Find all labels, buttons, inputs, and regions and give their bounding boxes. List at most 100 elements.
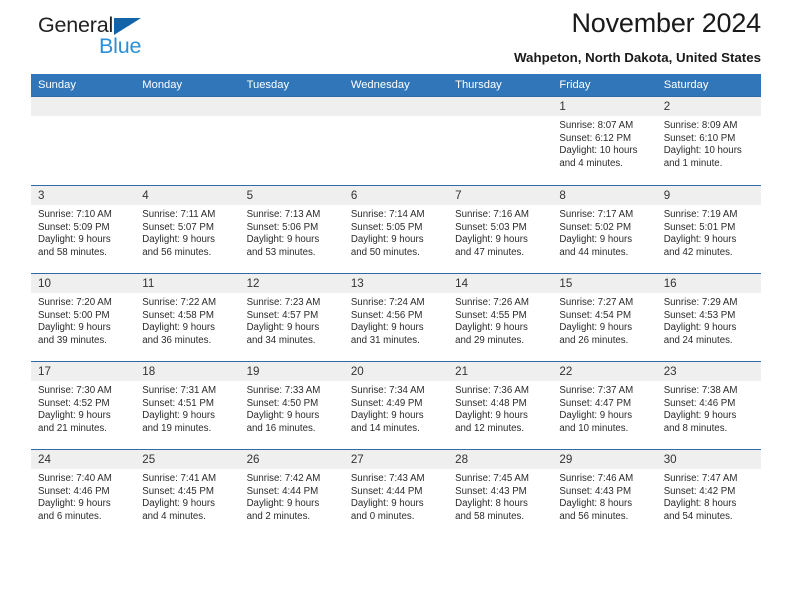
day-daylight-line2-text: and 31 minutes. [350,334,420,346]
day-daylight-line1-text: Daylight: 8 hours [455,498,528,510]
day-daylight-line1-text: Daylight: 8 hours [663,498,737,510]
day-sun-info: Sunrise: 7:16 AM Sunset: 5:03 PM Daylight:… [448,205,552,259]
calendar-day-cell[interactable]: 27 Sunrise: 7:43 AM Sunset: 4:44 PM Dayligh… [343,449,449,538]
day-daylight-line1-text: Daylight: 9 hours [246,410,320,422]
day-sunset-text: Sunset: 5:02 PM [559,221,632,233]
day-sunrise-text: Sunrise: 7:45 AM [455,473,529,484]
day-sunrise-text: Sunrise: 7:24 AM [350,297,425,308]
calendar-day-cell[interactable]: 4 Sunrise: 7:11 AM Sunset: 5:07 PM Daylight… [135,185,240,274]
day-sunset-text: Sunset: 6:12 PM [559,132,632,144]
calendar-day-cell[interactable]: 7 Sunrise: 7:16 AM Sunset: 5:03 PM Daylight… [448,185,553,274]
calendar-day-cell[interactable]: 28 Sunrise: 7:45 AM Sunset: 4:43 PM Dayligh… [448,449,553,538]
calendar-day-cell[interactable]: 18 Sunrise: 7:31 AM Sunset: 4:51 PM Dayligh… [135,361,240,450]
day-daylight-line1-text: Daylight: 9 hours [246,234,320,246]
day-daylight-line1-text: Daylight: 9 hours [455,322,528,334]
calendar-day-cell[interactable]: 16 Sunrise: 7:29 AM Sunset: 4:53 PM Dayligh… [656,273,761,362]
calendar-day-cell[interactable]: 24 Sunrise: 7:40 AM Sunset: 4:46 PM Dayligh… [31,449,136,538]
calendar-day-cell[interactable]: 23 Sunrise: 7:38 AM Sunset: 4:46 PM Dayligh… [656,361,761,450]
day-daylight-line1-text: Daylight: 9 hours [559,322,633,334]
day-daylight-line1-text: Daylight: 9 hours [38,234,111,246]
logo-text-blue: Blue [99,34,142,58]
calendar-day-cell[interactable]: 29 Sunrise: 7:46 AM Sunset: 4:43 PM Dayligh… [552,449,657,538]
day-sunset-text: Sunset: 4:54 PM [559,309,632,321]
calendar-day-cell[interactable]: 3 Sunrise: 7:10 AM Sunset: 5:09 PM Daylight… [31,185,136,274]
calendar-day-cell[interactable]: 6 Sunrise: 7:14 AM Sunset: 5:05 PM Daylight… [343,185,449,274]
day-sun-info: Sunrise: 7:22 AM Sunset: 4:58 PM Daylight:… [135,293,239,347]
calendar-day-cell[interactable]: 15 Sunrise: 7:27 AM Sunset: 4:54 PM Dayligh… [552,273,657,362]
calendar-day-cell[interactable]: 30 Sunrise: 7:47 AM Sunset: 4:42 PM Dayligh… [656,449,761,538]
calendar-day-cell[interactable]: 19 Sunrise: 7:33 AM Sunset: 4:50 PM Dayligh… [239,361,344,450]
day-sunrise-text: Sunrise: 7:26 AM [455,297,529,308]
day-sunset-text: Sunset: 4:55 PM [455,309,527,321]
day-sun-info: Sunrise: 7:46 AM Sunset: 4:43 PM Daylight:… [552,469,656,523]
day-daylight-line1-text: Daylight: 9 hours [38,410,111,422]
day-daylight-line1-text: Daylight: 9 hours [246,498,320,510]
day-number: 10 [31,274,136,293]
calendar-day-cell[interactable]: 2 Sunrise: 8:09 AM Sunset: 6:10 PM Daylight… [656,96,761,186]
day-sun-info: Sunrise: 7:13 AM Sunset: 5:06 PM Daylight:… [240,205,344,259]
day-sunrise-text: Sunrise: 7:10 AM [38,209,112,220]
day-sunrise-text: Sunrise: 7:14 AM [350,209,425,220]
day-daylight-line1-text: Daylight: 9 hours [142,234,215,246]
day-sun-info: Sunrise: 7:11 AM Sunset: 5:07 PM Daylight:… [135,205,239,259]
day-number: 13 [343,274,449,293]
day-daylight-line2-text: and 56 minutes. [559,510,629,522]
calendar-day-cell[interactable]: 22 Sunrise: 7:37 AM Sunset: 4:47 PM Dayligh… [552,361,657,450]
day-sunrise-text: Sunrise: 7:23 AM [246,297,321,308]
day-number: 28 [448,450,553,469]
day-sunset-text: Sunset: 6:10 PM [663,132,736,144]
calendar-day-cell[interactable]: 9 Sunrise: 7:19 AM Sunset: 5:01 PM Daylight… [656,185,761,274]
day-sunset-text: Sunset: 4:53 PM [663,309,736,321]
day-sunrise-text: Sunrise: 7:30 AM [38,385,112,396]
calendar-day-cell[interactable]: 20 Sunrise: 7:34 AM Sunset: 4:49 PM Dayligh… [343,361,449,450]
calendar-day-cell-empty [239,96,344,186]
day-daylight-line2-text: and 6 minutes. [38,510,102,522]
day-sunrise-text: Sunrise: 8:07 AM [559,120,634,131]
day-sun-info: Sunrise: 7:17 AM Sunset: 5:02 PM Daylight:… [552,205,656,259]
day-daylight-line2-text: and 36 minutes. [142,334,212,346]
day-daylight-line1-text: Daylight: 9 hours [350,322,424,334]
day-number: 12 [239,274,344,293]
day-number [135,97,240,116]
calendar-day-cell[interactable]: 8 Sunrise: 7:17 AM Sunset: 5:02 PM Daylight… [552,185,657,274]
day-sunrise-text: Sunrise: 7:42 AM [246,473,321,484]
day-number: 7 [448,186,553,205]
day-sunrise-text: Sunrise: 7:11 AM [142,209,216,220]
day-daylight-line1-text: Daylight: 9 hours [559,410,633,422]
calendar-day-cell[interactable]: 13 Sunrise: 7:24 AM Sunset: 4:56 PM Dayligh… [343,273,449,362]
day-daylight-line2-text: and 24 minutes. [663,334,733,346]
calendar-day-cell[interactable]: 17 Sunrise: 7:30 AM Sunset: 4:52 PM Dayligh… [31,361,136,450]
day-daylight-line2-text: and 4 minutes. [559,157,623,169]
day-sunset-text: Sunset: 5:00 PM [38,309,110,321]
calendar-day-cell[interactable]: 11 Sunrise: 7:22 AM Sunset: 4:58 PM Dayligh… [135,273,240,362]
calendar-day-cell-empty [448,96,553,186]
calendar-day-cell[interactable]: 1 Sunrise: 8:07 AM Sunset: 6:12 PM Daylight… [552,96,657,186]
calendar-day-cell[interactable]: 12 Sunrise: 7:23 AM Sunset: 4:57 PM Dayligh… [239,273,344,362]
calendar-day-cell[interactable]: 26 Sunrise: 7:42 AM Sunset: 4:44 PM Dayligh… [239,449,344,538]
calendar-day-cell[interactable]: 5 Sunrise: 7:13 AM Sunset: 5:06 PM Daylight… [239,185,344,274]
day-sunrise-text: Sunrise: 7:33 AM [246,385,321,396]
day-sun-info: Sunrise: 7:23 AM Sunset: 4:57 PM Daylight:… [240,293,344,347]
weekday-header-tuesday: Tuesday [239,74,344,97]
day-number [448,97,553,116]
calendar-day-cell[interactable]: 14 Sunrise: 7:26 AM Sunset: 4:55 PM Dayligh… [448,273,553,362]
calendar-day-cell[interactable]: 10 Sunrise: 7:20 AM Sunset: 5:00 PM Dayligh… [31,273,136,362]
day-sunset-text: Sunset: 5:06 PM [246,221,319,233]
day-sunrise-text: Sunrise: 8:09 AM [663,120,738,131]
calendar-day-cell[interactable]: 21 Sunrise: 7:36 AM Sunset: 4:48 PM Dayligh… [448,361,553,450]
location-subtitle: Wahpeton, North Dakota, United States [514,50,761,65]
day-daylight-line2-text: and 56 minutes. [142,246,212,258]
general-blue-logo[interactable]: General Blue [38,13,238,58]
day-sunset-text: Sunset: 4:47 PM [559,397,632,409]
calendar-day-cell[interactable]: 25 Sunrise: 7:41 AM Sunset: 4:45 PM Dayligh… [135,449,240,538]
day-sunset-text: Sunset: 4:49 PM [350,397,423,409]
day-daylight-line2-text: and 58 minutes. [38,246,107,258]
day-sunrise-text: Sunrise: 7:19 AM [663,209,738,220]
day-sunrise-text: Sunrise: 7:41 AM [142,473,217,484]
day-sun-info: Sunrise: 7:41 AM Sunset: 4:45 PM Daylight:… [135,469,239,523]
day-daylight-line1-text: Daylight: 9 hours [663,322,737,334]
day-daylight-line2-text: and 4 minutes. [142,510,206,522]
day-number: 27 [343,450,449,469]
day-daylight-line2-text: and 29 minutes. [455,334,525,346]
day-daylight-line1-text: Daylight: 9 hours [663,234,737,246]
